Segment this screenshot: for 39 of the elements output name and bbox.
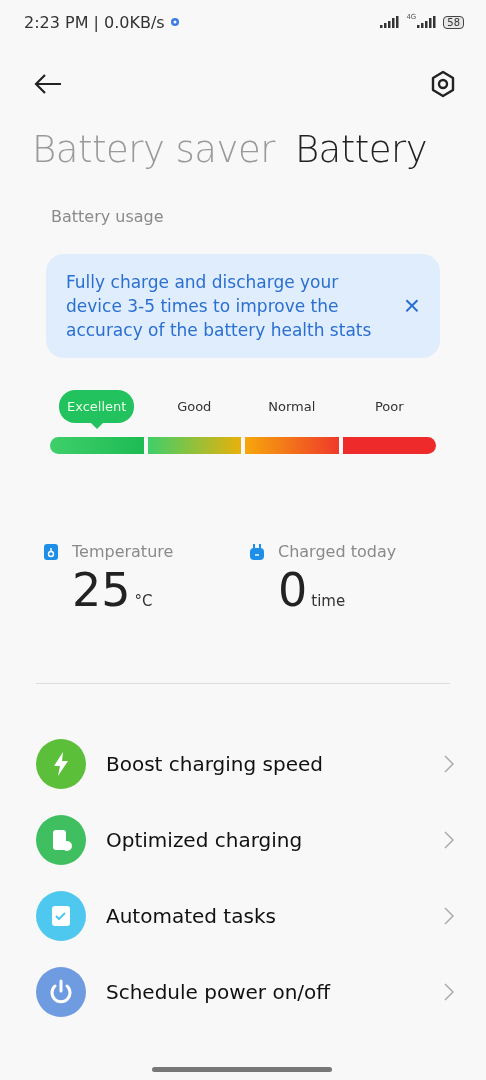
menu-label: Schedule power on/off	[106, 980, 332, 1004]
plug-icon	[250, 543, 264, 560]
settings-icon[interactable]	[430, 70, 456, 98]
gear-icon	[169, 17, 180, 27]
chevron-icon	[444, 755, 454, 773]
menu-item[interactable]: Schedule power on/off	[0, 954, 486, 1030]
menu-label: Boost charging speed	[106, 752, 324, 776]
health-level: Poor	[373, 398, 405, 416]
chevron-icon	[444, 831, 454, 849]
menu-label: Optimized charging	[106, 828, 304, 852]
stat-label: Charged today	[278, 542, 397, 561]
tab[interactable]: Battery	[294, 128, 428, 171]
stat-unit: °C	[134, 592, 153, 610]
signal-icon	[380, 16, 401, 28]
stat-unit: time	[311, 592, 346, 610]
section-title: Battery usage	[50, 206, 165, 226]
menu-item[interactable]: Automated tasks	[0, 878, 486, 954]
stat-value: 25	[72, 563, 131, 617]
health-level: Normal	[267, 398, 317, 416]
menu-item[interactable]: Optimized charging	[0, 802, 486, 878]
chevron-icon	[444, 907, 454, 925]
stat-value: 0	[278, 563, 308, 617]
status-time: 2:23 PM | 0.0KB/s	[24, 12, 165, 32]
battery-level: 58	[443, 15, 464, 29]
tasks-icon	[36, 891, 86, 941]
stat-label: Temperature	[72, 542, 174, 561]
chevron-icon	[444, 983, 454, 1001]
power-icon	[36, 967, 86, 1017]
thermometer-icon	[44, 543, 58, 560]
menu-item[interactable]: Boost charging speed	[0, 726, 486, 802]
tip-text: Fully charge and discharge your device 3-5 times to improve the accuracy of the battery health stats	[66, 271, 373, 342]
menu-label: Automated tasks	[106, 904, 277, 928]
back-icon[interactable]	[34, 74, 62, 94]
close-button[interactable]: ×	[403, 292, 420, 320]
signal-icon	[417, 16, 438, 28]
health-level: Good	[176, 398, 213, 416]
optimized-icon	[36, 815, 86, 865]
pointer-icon	[90, 423, 103, 429]
boost-icon	[36, 739, 86, 789]
